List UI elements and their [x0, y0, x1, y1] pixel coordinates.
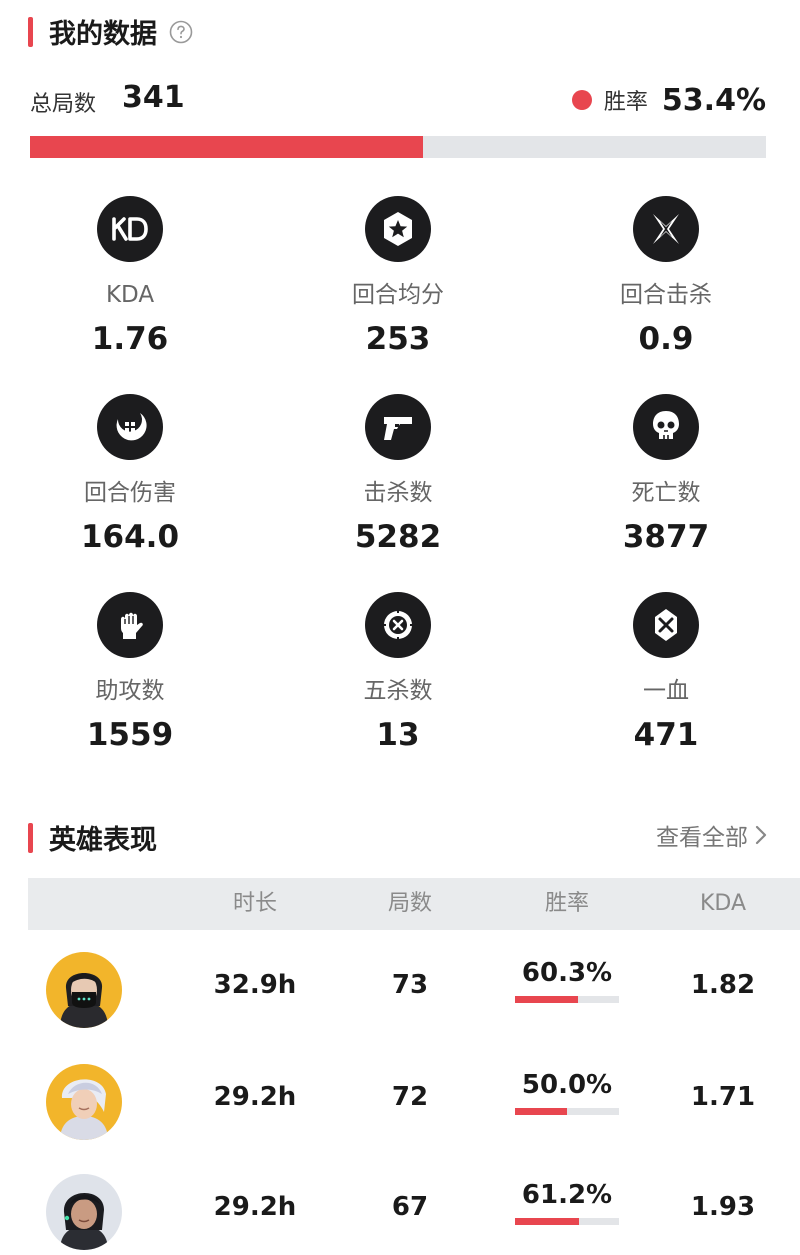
stat-assists: 助攻数 1559	[20, 592, 240, 772]
blood-drop-x-icon	[633, 592, 699, 658]
total-games-label: 总局数	[30, 92, 97, 117]
hero-winrate-fill	[515, 1218, 579, 1225]
hero-avatar	[46, 1174, 122, 1250]
stat-value: 13	[376, 717, 420, 753]
hero-winrate: 61.2%	[521, 1180, 613, 1210]
winrate-progress-bar	[30, 136, 766, 158]
stat-round-score: 回合均分 253	[288, 196, 508, 376]
hero-games: 67	[391, 1192, 429, 1222]
column-header-time: 时长	[232, 891, 277, 916]
view-all-label: 查看全部	[656, 825, 748, 851]
stat-label: KDA	[105, 282, 155, 308]
hero-winrate-cell: 50.0%	[515, 1070, 619, 1115]
hero-kda: 1.82	[690, 970, 756, 1000]
winrate-group: 胜率 53.4%	[571, 80, 766, 120]
hero-winrate: 60.3%	[521, 958, 613, 988]
stat-label: 回合击杀	[620, 282, 712, 308]
chevron-right-icon	[755, 825, 767, 845]
hero-winrate-bar	[515, 1108, 619, 1115]
section-title: 我的数据	[49, 19, 157, 50]
stat-kills: 击杀数 5282	[288, 394, 508, 574]
stat-value: 1559	[86, 717, 174, 753]
winrate-dot	[571, 90, 592, 110]
star-badge-icon	[365, 196, 431, 262]
fist-icon	[97, 592, 163, 658]
hero-row[interactable]: 32.9h 73 60.3% 1.82	[28, 934, 800, 1044]
hero-row[interactable]: 29.2h 72 50.0% 1.71	[28, 1046, 800, 1156]
stat-round-kills: 回合击杀 0.9	[556, 196, 776, 376]
view-all-link[interactable]: 查看全部	[656, 818, 768, 852]
crossed-blades-icon	[633, 196, 699, 262]
total-games-value: 341	[122, 80, 185, 115]
hero-table-header: 时长 局数 胜率 KDA	[28, 878, 800, 930]
column-header-games: 局数	[387, 891, 432, 916]
hero-kda: 1.93	[690, 1192, 756, 1222]
hero-kda: 1.71	[690, 1082, 756, 1112]
hero-winrate-fill	[515, 1108, 567, 1115]
stat-deaths: 死亡数 3877	[556, 394, 776, 574]
skull-icon	[633, 394, 699, 460]
winrate-label: 胜率	[603, 90, 648, 115]
winrate-value: 53.4%	[661, 82, 766, 118]
stat-value: 471	[633, 717, 699, 753]
stat-label: 回合均分	[352, 282, 444, 308]
stat-first-blood: 一血 471	[556, 592, 776, 772]
stat-kda: KDA 1.76	[20, 196, 240, 376]
hero-games: 73	[391, 970, 429, 1000]
accent-bar	[28, 822, 33, 853]
hero-winrate-cell: 60.3%	[515, 958, 619, 1003]
column-header-kda: KDA	[699, 891, 747, 916]
damage-crescent-icon	[97, 394, 163, 460]
totals-row: 总局数 341 胜率 53.4%	[30, 80, 766, 124]
stat-penta-kills: 五杀数 13	[288, 592, 508, 772]
stat-label: 五杀数	[363, 678, 433, 704]
stat-label: 击杀数	[363, 480, 433, 506]
target-x-icon	[365, 592, 431, 658]
stat-round-damage: 回合伤害 164.0	[20, 394, 240, 574]
hero-time: 29.2h	[213, 1082, 297, 1112]
hero-winrate-cell: 61.2%	[515, 1180, 619, 1225]
my-data-header: 我的数据	[28, 12, 193, 51]
stat-value: 3877	[622, 519, 710, 555]
stat-label: 一血	[643, 678, 689, 704]
hero-winrate-fill	[515, 996, 578, 1003]
winrate-progress-fill	[30, 136, 424, 158]
stat-value: 1.76	[91, 321, 169, 357]
hero-avatar	[46, 1064, 122, 1140]
hero-winrate: 50.0%	[521, 1070, 613, 1100]
stat-value: 253	[365, 321, 431, 357]
hero-winrate-bar	[515, 1218, 619, 1225]
hero-games: 72	[391, 1082, 429, 1112]
stat-value: 5282	[354, 519, 442, 555]
stat-label: 回合伤害	[84, 480, 176, 506]
accent-bar	[28, 16, 33, 47]
stat-value: 164.0	[80, 519, 180, 555]
column-header-winrate: 胜率	[544, 891, 589, 916]
hero-performance-header: 英雄表现	[28, 818, 157, 857]
stat-label: 死亡数	[631, 480, 701, 506]
help-icon[interactable]	[169, 20, 193, 44]
hero-row[interactable]: 29.2h 67 61.2% 1.93	[28, 1156, 800, 1255]
hero-avatar	[46, 952, 122, 1028]
stat-label: 助攻数	[95, 678, 165, 704]
hero-time: 32.9h	[213, 970, 297, 1000]
pistol-icon	[365, 394, 431, 460]
stat-value: 0.9	[638, 321, 694, 357]
hero-time: 29.2h	[213, 1192, 297, 1222]
hero-winrate-bar	[515, 996, 619, 1003]
section-title: 英雄表现	[49, 825, 157, 856]
kd-icon	[97, 196, 163, 262]
